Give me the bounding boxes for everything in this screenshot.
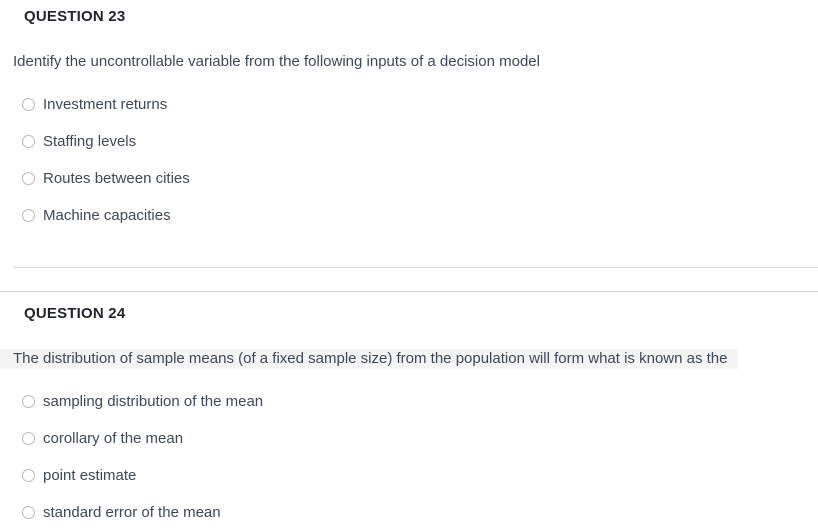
radio-button-icon[interactable] <box>22 432 35 445</box>
question-divider-top <box>13 267 818 268</box>
option-row[interactable]: corollary of the mean <box>0 420 818 457</box>
radio-button-icon[interactable] <box>22 172 35 185</box>
option-row[interactable]: Investment returns <box>0 86 818 123</box>
options-list-24: sampling distribution of the mean coroll… <box>0 383 818 531</box>
radio-button-icon[interactable] <box>22 98 35 111</box>
question-text-24: The distribution of sample means (of a f… <box>0 349 738 369</box>
quiz-page: QUESTION 23 Identify the uncontrollable … <box>0 0 818 532</box>
option-row[interactable]: sampling distribution of the mean <box>0 383 818 420</box>
option-row[interactable]: standard error of the mean <box>0 494 818 531</box>
radio-button-icon[interactable] <box>22 506 35 519</box>
options-list-23: Investment returns Staffing levels Route… <box>0 86 818 234</box>
option-label: point estimate <box>43 466 137 484</box>
option-label: Staffing levels <box>43 132 137 150</box>
option-label: standard error of the mean <box>43 503 221 521</box>
radio-button-icon[interactable] <box>22 469 35 482</box>
question-text-23: Identify the uncontrollable variable fro… <box>13 53 540 70</box>
option-label: corollary of the mean <box>43 429 184 447</box>
option-label: sampling distribution of the mean <box>43 392 264 410</box>
option-row[interactable]: Routes between cities <box>0 160 818 197</box>
option-label: Routes between cities <box>43 169 190 187</box>
option-row[interactable]: point estimate <box>0 457 818 494</box>
option-label: Machine capacities <box>43 206 171 224</box>
option-label: Investment returns <box>43 95 168 113</box>
question-header-23: QUESTION 23 <box>24 8 126 25</box>
question-header-24: QUESTION 24 <box>24 305 126 322</box>
option-row[interactable]: Machine capacities <box>0 197 818 234</box>
question-divider-bottom <box>0 291 818 292</box>
radio-button-icon[interactable] <box>22 395 35 408</box>
radio-button-icon[interactable] <box>22 135 35 148</box>
option-row[interactable]: Staffing levels <box>0 123 818 160</box>
radio-button-icon[interactable] <box>22 209 35 222</box>
